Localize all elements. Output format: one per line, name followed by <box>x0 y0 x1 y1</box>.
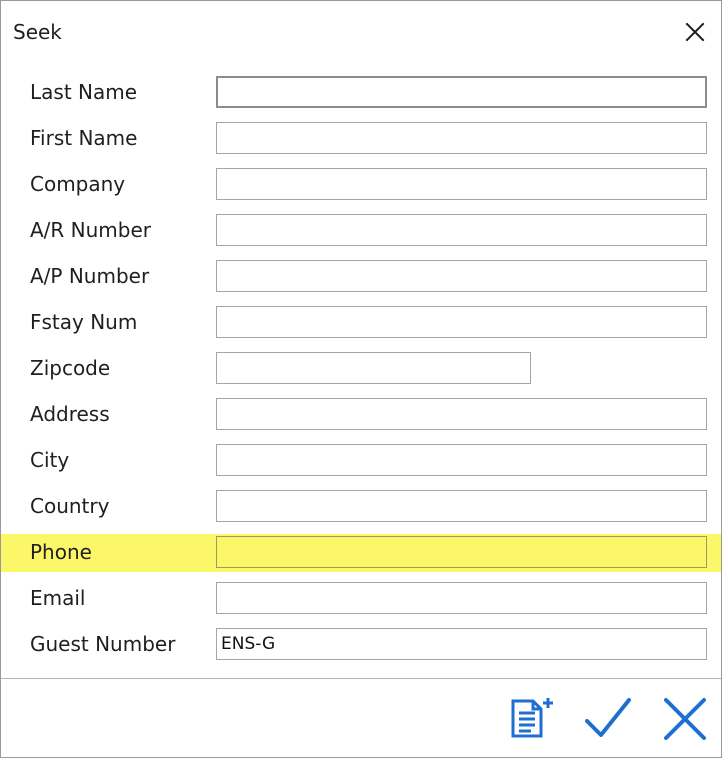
field-label: Email <box>30 586 86 610</box>
country-field[interactable] <box>216 490 707 522</box>
ok-button[interactable] <box>578 689 638 749</box>
field-label: Last Name <box>30 80 138 104</box>
field-row-ap-number: A/P Number <box>1 258 721 296</box>
field-row-guest-number: Guest Number <box>1 626 721 664</box>
field-row-fstay-num: Fstay Num <box>1 304 721 342</box>
close-button[interactable] <box>680 17 710 47</box>
address-field[interactable] <box>216 398 707 430</box>
field-row-last-name: Last Name <box>1 74 721 112</box>
ap-number-field[interactable] <box>216 260 707 292</box>
field-row-address: Address <box>1 396 721 434</box>
ar-number-field[interactable] <box>216 214 707 246</box>
field-label: A/R Number <box>30 218 152 242</box>
checkmark-icon <box>579 690 637 748</box>
city-field[interactable] <box>216 444 707 476</box>
field-row-ar-number: A/R Number <box>1 212 721 250</box>
field-label: Company <box>30 172 126 196</box>
field-row-company: Company <box>1 166 721 204</box>
guest-number-field[interactable] <box>216 628 707 660</box>
window-title: Seek <box>13 20 62 44</box>
field-label: Country <box>30 494 110 518</box>
first-name-field[interactable] <box>216 122 707 154</box>
field-label: Guest Number <box>30 632 176 656</box>
add-list-icon <box>503 693 555 745</box>
field-row-country: Country <box>1 488 721 526</box>
field-label: Fstay Num <box>30 310 138 334</box>
field-row-first-name: First Name <box>1 120 721 158</box>
field-row-zipcode: Zipcode <box>1 350 721 388</box>
zipcode-field[interactable] <box>216 352 531 384</box>
phone-field[interactable] <box>216 536 707 568</box>
field-label: City <box>30 448 70 472</box>
field-label: A/P Number <box>30 264 150 288</box>
cancel-icon <box>656 690 714 748</box>
field-label: Phone <box>30 540 92 564</box>
add-list-button[interactable] <box>499 689 559 749</box>
field-row-email: Email <box>1 580 721 618</box>
seek-dialog: Seek Last Name First Name Company A/R Nu… <box>0 0 722 758</box>
field-label: First Name <box>30 126 138 150</box>
company-field[interactable] <box>216 168 707 200</box>
field-row-city: City <box>1 442 721 480</box>
field-label: Zipcode <box>30 356 111 380</box>
field-label: Address <box>30 402 110 426</box>
cancel-button[interactable] <box>655 689 715 749</box>
last-name-field[interactable] <box>216 76 707 108</box>
field-row-phone: Phone <box>1 534 721 572</box>
email-field[interactable] <box>216 582 707 614</box>
fstay-num-field[interactable] <box>216 306 707 338</box>
footer-divider <box>1 678 721 679</box>
close-icon <box>683 20 707 44</box>
